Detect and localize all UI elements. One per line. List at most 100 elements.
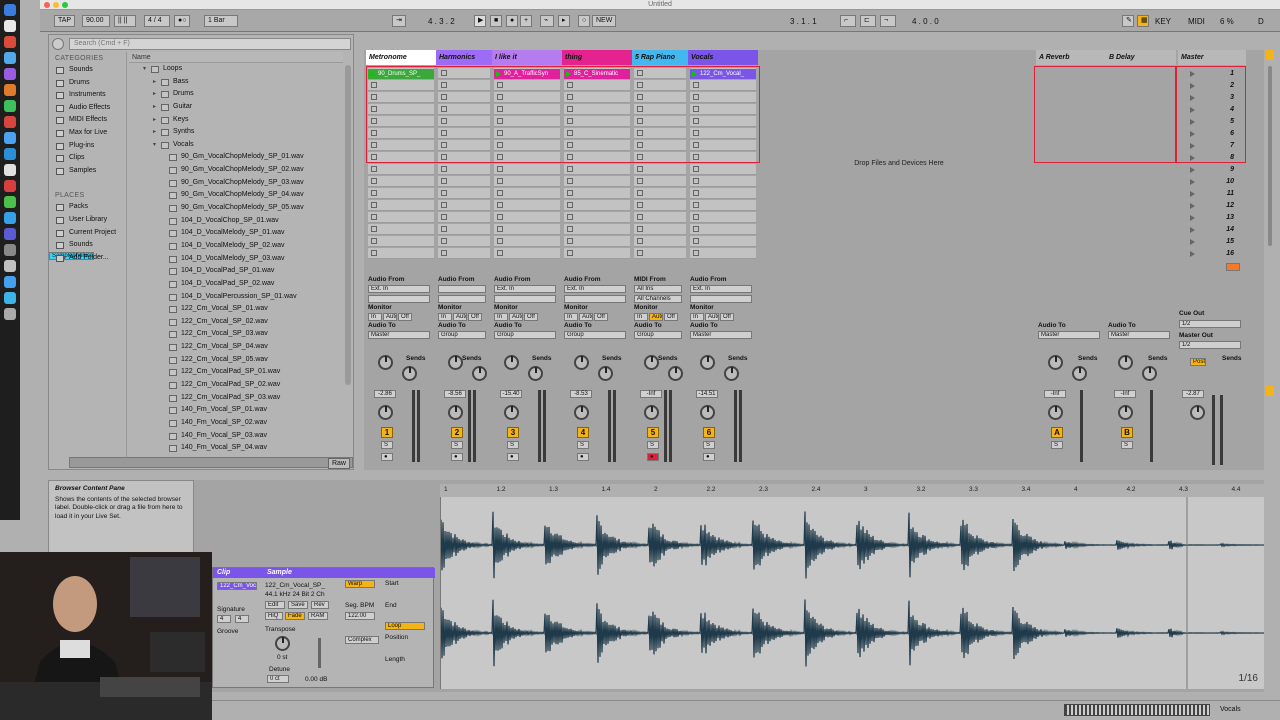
- save-button[interactable]: Save: [288, 601, 308, 609]
- clip-slot[interactable]: [690, 212, 756, 223]
- solo-button[interactable]: S: [577, 441, 589, 449]
- scene-launch-button[interactable]: 3: [1184, 92, 1254, 104]
- file-row[interactable]: 122_Cm_Vocal_SP_04.wav: [129, 341, 343, 354]
- master-volume-knob[interactable]: [1190, 405, 1205, 420]
- monitor-off-button[interactable]: Off: [398, 313, 412, 321]
- reverse-button[interactable]: Rev: [311, 601, 329, 609]
- scene-launch-button[interactable]: 15: [1184, 236, 1254, 248]
- track-activator-button[interactable]: 2: [451, 427, 463, 438]
- solo-button[interactable]: S: [381, 441, 393, 449]
- clip-slot[interactable]: [438, 176, 490, 187]
- track-volume-field[interactable]: -8.56: [444, 390, 466, 398]
- chevron-right-icon[interactable]: ▸: [153, 101, 156, 114]
- input-type-select[interactable]: [438, 285, 486, 293]
- file-row[interactable]: 104_D_VocalPercussion_SP_01.wav: [129, 291, 343, 304]
- send-b-knob[interactable]: [528, 366, 543, 381]
- output-select[interactable]: Master: [690, 331, 752, 339]
- scene-launch-button[interactable]: 14: [1184, 224, 1254, 236]
- category-item[interactable]: Max for Live: [49, 127, 126, 140]
- scene-launch-button[interactable]: 10: [1184, 176, 1254, 188]
- monitor-in-button[interactable]: In: [690, 313, 704, 321]
- stop-all-clips-button[interactable]: [1226, 263, 1240, 271]
- monitor-off-button[interactable]: Off: [524, 313, 538, 321]
- track-activator-button[interactable]: 4: [577, 427, 589, 438]
- return-track-header[interactable]: B Delay: [1106, 50, 1176, 65]
- monitor-in-button[interactable]: In: [368, 313, 382, 321]
- arm-button[interactable]: ●: [577, 453, 589, 461]
- pan-knob[interactable]: [700, 405, 715, 420]
- send-a-knob[interactable]: [448, 355, 463, 370]
- file-row[interactable]: 90_Gm_VocalChopMelody_SP_05.wav: [129, 202, 343, 215]
- pan-knob[interactable]: [644, 405, 659, 420]
- track-activator-button[interactable]: 3: [507, 427, 519, 438]
- master-track-header[interactable]: Master: [1178, 50, 1246, 65]
- send-b-knob[interactable]: [724, 366, 739, 381]
- ram-button[interactable]: RAM: [308, 612, 328, 620]
- loop-length-field[interactable]: 4 . 0 . 0: [912, 17, 939, 26]
- input-channel-select[interactable]: [494, 295, 556, 303]
- minimize-window-button[interactable]: [53, 2, 59, 8]
- clip-slot[interactable]: [368, 164, 434, 175]
- file-row[interactable]: 104_D_VocalMelody_SP_01.wav: [129, 227, 343, 240]
- file-row[interactable]: 140_Fm_Vocal_SP_02.wav: [129, 417, 343, 430]
- clip-name-field[interactable]: 122_Cm_Vocal: [217, 582, 257, 590]
- reenable-automation-button[interactable]: ▸: [558, 15, 570, 27]
- track-header[interactable]: 5 Rap Piano: [632, 50, 688, 65]
- clip-slot[interactable]: [634, 200, 686, 211]
- monitor-auto-button[interactable]: Auto: [579, 313, 593, 321]
- clip-slot[interactable]: [494, 224, 560, 235]
- solo-button[interactable]: S: [451, 441, 463, 449]
- return-activator-button[interactable]: A: [1051, 427, 1063, 438]
- clip-slot[interactable]: [690, 236, 756, 247]
- output-select[interactable]: Master: [368, 331, 430, 339]
- loop-start-field[interactable]: 3 . 1 . 1: [790, 17, 817, 26]
- file-row[interactable]: 104_D_VocalPad_SP_01.wav: [129, 265, 343, 278]
- session-record-button[interactable]: ○: [578, 15, 590, 27]
- master-out-select[interactable]: 1/2: [1179, 341, 1241, 349]
- send-a-knob[interactable]: [1048, 355, 1063, 370]
- warp-button[interactable]: Warp: [345, 580, 375, 588]
- output-select[interactable]: Group: [634, 331, 682, 339]
- monitor-auto-button[interactable]: Auto: [453, 313, 467, 321]
- output-select[interactable]: Group: [564, 331, 626, 339]
- file-row[interactable]: 140_Fm_Vocal_SP_04.wav: [129, 442, 343, 455]
- file-row[interactable]: 140_Fm_Vocal_SP_01.wav: [129, 404, 343, 417]
- clip-slot[interactable]: [634, 188, 686, 199]
- clip-slot[interactable]: [564, 176, 630, 187]
- input-channel-select[interactable]: [690, 295, 752, 303]
- edit-button[interactable]: Edit: [265, 601, 285, 609]
- tempo-field[interactable]: 90.00: [82, 15, 110, 27]
- name-column-header[interactable]: Name: [129, 52, 343, 63]
- folder-row[interactable]: ▸ Guitar: [129, 101, 343, 114]
- scene-launch-button[interactable]: 9: [1184, 164, 1254, 176]
- clip-slot[interactable]: [368, 236, 434, 247]
- file-row[interactable]: 104_D_VocalMelody_SP_02.wav: [129, 240, 343, 253]
- clip-slot[interactable]: [438, 164, 490, 175]
- send-a-knob[interactable]: [378, 355, 393, 370]
- monitor-in-button[interactable]: In: [634, 313, 648, 321]
- arm-button[interactable]: ●: [703, 453, 715, 461]
- time-signature-field[interactable]: 4 / 4: [144, 15, 170, 27]
- track-activator-button[interactable]: 1: [381, 427, 393, 438]
- category-item[interactable]: MIDI Effects: [49, 114, 126, 127]
- track-activator-button[interactable]: 6: [703, 427, 715, 438]
- input-channel-select[interactable]: [564, 295, 626, 303]
- input-type-select[interactable]: Ext. In: [690, 285, 752, 293]
- clip-slot[interactable]: [690, 200, 756, 211]
- file-row[interactable]: 122_Cm_Vocal_SP_05.wav: [129, 354, 343, 367]
- file-row[interactable]: 122_Cm_Vocal_SP_03.wav: [129, 328, 343, 341]
- raw-button[interactable]: Raw: [327, 458, 350, 469]
- scene-launch-button[interactable]: 7: [1184, 140, 1254, 152]
- category-item[interactable]: Plug-ins: [49, 140, 126, 153]
- transpose-knob[interactable]: [275, 636, 290, 651]
- track-volume-field[interactable]: -Inf: [640, 390, 662, 398]
- solo-button[interactable]: S: [1121, 441, 1133, 449]
- clip-slot[interactable]: [634, 176, 686, 187]
- folder-row[interactable]: ▾ Vocals: [129, 139, 343, 152]
- file-row[interactable]: 122_Cm_VocalPad_SP_03.wav: [129, 392, 343, 405]
- monitor-in-button[interactable]: In: [438, 313, 452, 321]
- solo-button[interactable]: S: [1051, 441, 1063, 449]
- send-b-knob[interactable]: [598, 366, 613, 381]
- loop-button[interactable]: Loop: [385, 622, 425, 630]
- track-header[interactable]: Vocals: [688, 50, 758, 65]
